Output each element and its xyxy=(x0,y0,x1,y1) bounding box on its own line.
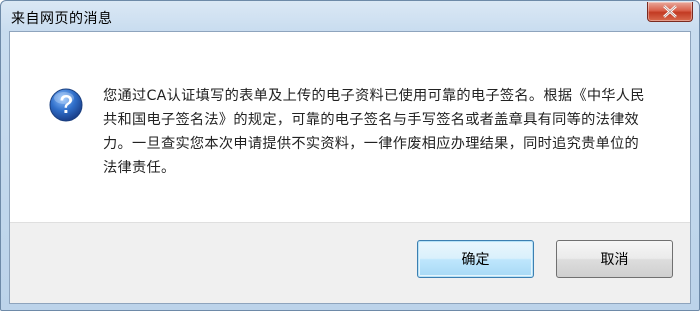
dialog-window: 来自网页的消息 您通过CA认证填写的表单及上传的电子资料已使用可靠的电子签名。根… xyxy=(0,0,700,311)
close-button[interactable] xyxy=(647,2,693,22)
window-title: 来自网页的消息 xyxy=(11,11,113,27)
ok-button[interactable]: 确定 xyxy=(417,240,534,278)
dialog-body: 您通过CA认证填写的表单及上传的电子资料已使用可靠的电子签名。根据《中华人民共和… xyxy=(9,31,691,304)
question-icon xyxy=(49,88,83,122)
dialog-message: 您通过CA认证填写的表单及上传的电子资料已使用可靠的电子签名。根据《中华人民共和… xyxy=(103,88,645,176)
close-icon xyxy=(663,5,677,18)
cancel-button[interactable]: 取消 xyxy=(556,240,673,278)
message-area: 您通过CA认证填写的表单及上传的电子资料已使用可靠的电子签名。根据《中华人民共和… xyxy=(10,32,690,223)
title-bar[interactable]: 来自网页的消息 xyxy=(1,1,699,31)
